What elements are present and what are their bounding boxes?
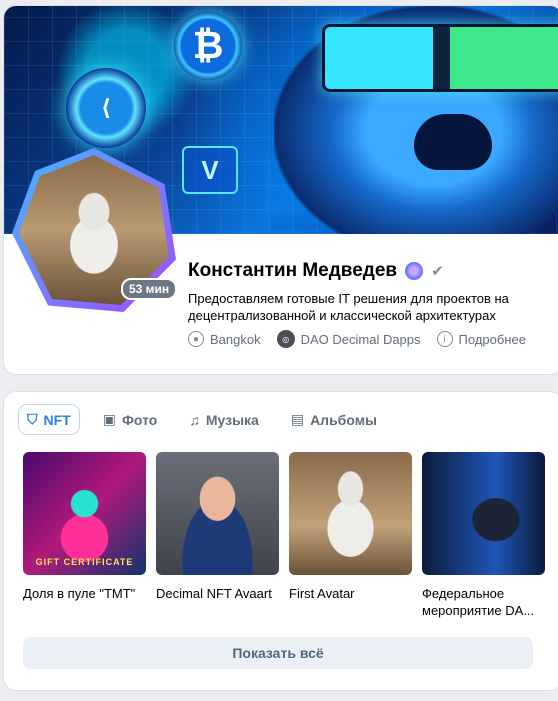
list-item[interactable]: Decimal NFT Avaart xyxy=(156,452,279,619)
emoji-status-icon[interactable] xyxy=(405,262,424,280)
item-caption[interactable]: Decimal NFT Avaart xyxy=(156,585,279,602)
photo-icon: ▣ xyxy=(102,411,116,427)
location-item[interactable]: ● Bangkok xyxy=(188,331,261,347)
media-tabs: ⛉ NFT ▣ Фото ♫ Музыка ▤ Альбомы xyxy=(19,405,385,434)
list-item[interactable]: First Avatar xyxy=(289,452,412,619)
info-icon: i xyxy=(436,331,453,347)
item-caption[interactable]: Федеральное мероприятие DA... xyxy=(422,585,545,619)
music-note-icon: ♫ xyxy=(189,411,200,428)
tab-music[interactable]: ♫ Музыка xyxy=(181,406,266,434)
nft-thumbnail[interactable] xyxy=(156,452,279,575)
bear-glasses-illustration xyxy=(322,24,558,92)
organization-label: DAO Decimal Dapps xyxy=(300,331,421,347)
v-chip-icon: V xyxy=(182,146,238,194)
list-item[interactable]: Федеральное мероприятие DA... xyxy=(422,452,545,619)
kava-coin-icon: ⟨ xyxy=(66,68,146,148)
more-info-label: Подробнее xyxy=(458,331,526,347)
nft-thumbnail[interactable] xyxy=(289,452,412,575)
tab-label: NFT xyxy=(43,411,71,428)
profile-meta: ● Bangkok ◎ DAO Decimal Dapps i Подробне… xyxy=(188,330,526,348)
nft-thumbnail[interactable]: GIFT CERTIFICATE xyxy=(23,452,146,575)
more-info-link[interactable]: i Подробнее xyxy=(436,331,526,347)
tab-label: Фото xyxy=(121,411,158,428)
name-row: Константин Медведев ✔ xyxy=(188,260,444,282)
thumbnail-text: GIFT CERTIFICATE xyxy=(35,557,134,567)
tab-nft[interactable]: ⛉ NFT xyxy=(19,405,79,434)
tab-label: Музыка xyxy=(205,411,259,428)
check-icon[interactable]: ✔ xyxy=(431,262,444,280)
profile-status: Предоставляем готовые IT решения для про… xyxy=(188,291,509,323)
item-caption[interactable]: Доля в пуле "TMT" xyxy=(23,585,146,602)
organization-item[interactable]: ◎ DAO Decimal Dapps xyxy=(276,330,421,348)
show-all-button[interactable]: Показать всё xyxy=(23,637,533,669)
albums-icon: ▤ xyxy=(290,411,305,427)
last-seen-badge: 53 мин xyxy=(121,278,178,300)
tab-label: Альбомы xyxy=(310,411,377,428)
profile-name: Константин Медведев xyxy=(188,260,398,281)
nft-shield-icon: ⛉ xyxy=(27,411,38,427)
tab-photo[interactable]: ▣ Фото xyxy=(95,405,166,434)
dao-logo-icon: ◎ xyxy=(276,330,295,348)
location-label: Bangkok xyxy=(210,331,261,347)
location-pin-icon: ● xyxy=(188,331,204,347)
bear-nose-illustration xyxy=(414,114,492,170)
tab-albums[interactable]: ▤ Альбомы xyxy=(283,405,385,434)
list-item[interactable]: GIFT CERTIFICATE Доля в пуле "TMT" xyxy=(23,452,146,619)
bitcoin-coin-icon: ₿ xyxy=(174,12,242,80)
item-caption[interactable]: First Avatar xyxy=(289,585,412,602)
nft-thumbnail[interactable] xyxy=(422,452,545,575)
media-items: GIFT CERTIFICATE Доля в пуле "TMT" Decim… xyxy=(23,452,545,619)
